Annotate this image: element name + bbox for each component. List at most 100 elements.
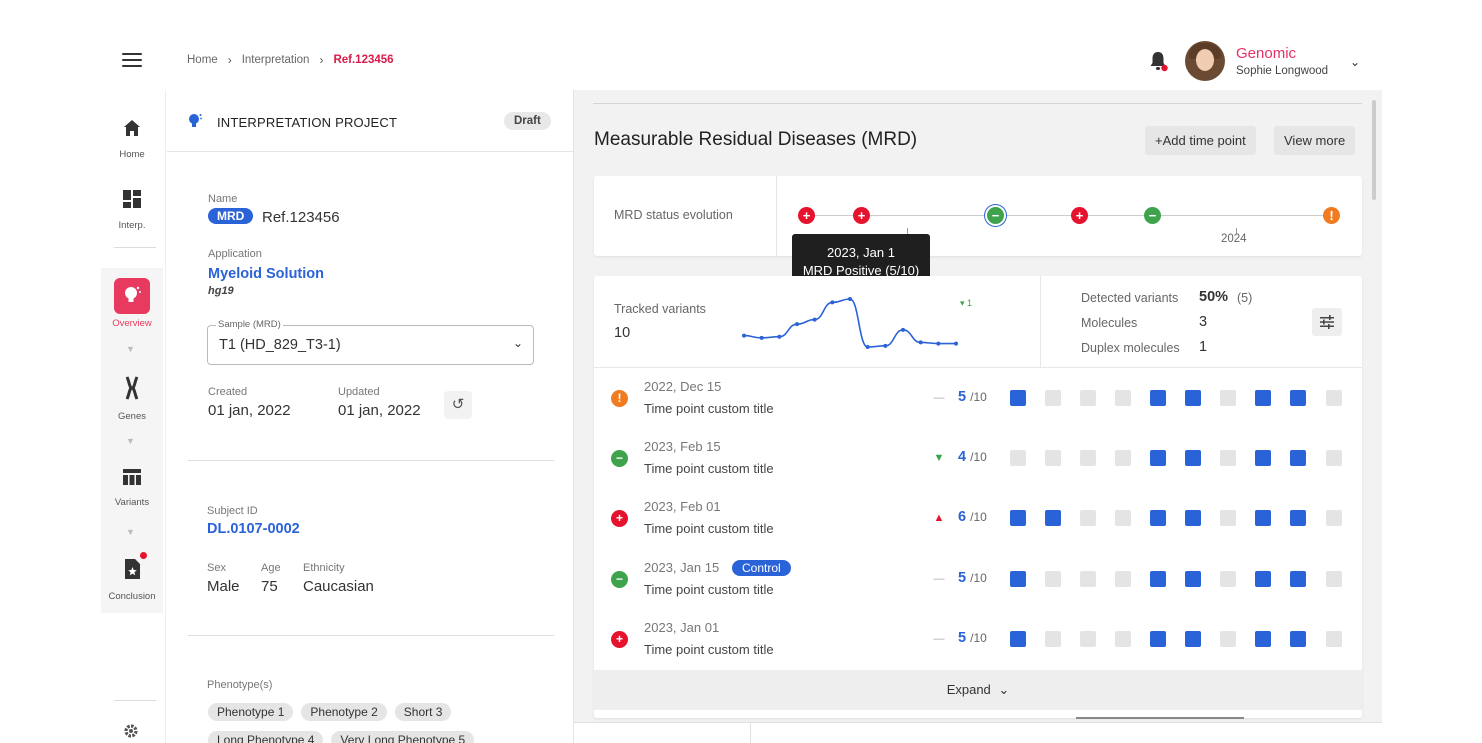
phenotype-chip[interactable]: Long Phenotype 4 <box>208 731 324 743</box>
rail-conclusion-label: Conclusion <box>108 591 156 602</box>
chevron-right-icon: › <box>227 53 232 67</box>
subject-value[interactable]: DL.0107-0002 <box>207 521 300 537</box>
breadcrumb-interpretation[interactable]: Interpretation <box>242 54 310 66</box>
age-value: 75 <box>261 578 278 595</box>
rail-genes[interactable]: Genes <box>100 376 164 422</box>
rail-conclusion[interactable]: Conclusion <box>100 552 164 602</box>
variant-count: 5 /10 <box>958 389 987 405</box>
breadcrumb-home[interactable]: Home <box>187 54 218 66</box>
variant-count: 5 /10 <box>958 630 987 646</box>
variant-count-total: /10 <box>970 390 987 404</box>
variant-square-detected <box>1290 570 1306 587</box>
timepoint-date: 2023, Jan 01 <box>644 619 720 635</box>
sparkline-point <box>936 341 941 346</box>
sample-select-label: Sample (MRD) <box>216 319 283 330</box>
variant-square-detected <box>1290 450 1306 467</box>
variant-square-not-detected <box>1080 450 1096 467</box>
view-more-button[interactable]: View more <box>1274 126 1356 155</box>
molecules-label: Molecules <box>1081 316 1138 330</box>
sparkline-point <box>918 340 923 345</box>
updated-value: 01 jan, 2022 <box>338 402 421 419</box>
rail-interp[interactable]: Interp. <box>100 189 164 231</box>
gear-icon[interactable] <box>122 722 140 743</box>
variant-square-detected <box>1185 570 1201 587</box>
chevron-right-icon: › <box>319 53 324 67</box>
sparkline-point <box>883 343 888 348</box>
spark-delta: ▾ 1 <box>960 298 973 308</box>
variant-square-not-detected <box>1010 450 1026 467</box>
history-icon[interactable]: ↺ <box>444 391 472 419</box>
phenotype-chip[interactable]: Short 3 <box>394 703 452 721</box>
menu-icon[interactable] <box>122 53 142 67</box>
variant-square-detected <box>1290 510 1306 527</box>
sparkline-point <box>830 300 835 305</box>
variant-square-not-detected <box>1115 510 1131 527</box>
variant-square-detected <box>1150 570 1166 587</box>
status-warning-icon: ! <box>611 390 628 407</box>
sparkline-point <box>777 334 782 339</box>
variant-square-not-detected <box>1115 390 1131 406</box>
sex-label: Sex <box>207 562 226 574</box>
variant-square-detected <box>1255 570 1271 587</box>
scrollbar[interactable] <box>1372 100 1376 200</box>
timeline-point-positive[interactable]: + <box>798 207 815 224</box>
lightbulb-icon <box>189 114 202 127</box>
rail-genes-label: Genes <box>118 411 146 422</box>
trend-flat-icon: — <box>933 572 945 585</box>
trend-up-icon: ▲ <box>933 512 945 525</box>
document-star-icon <box>100 552 164 585</box>
timepoint-date: 2023, Jan 15 <box>644 559 720 575</box>
detected-variants-count: (5) <box>1237 291 1253 305</box>
sample-select[interactable]: Sample (MRD) T1 (HD_829_T3-1) ⌄ <box>207 319 534 365</box>
rail-home[interactable]: Home <box>100 118 164 160</box>
chevron-down-icon[interactable]: ⌄ <box>1350 55 1360 69</box>
chevron-down-icon: ⌄ <box>998 682 1010 697</box>
dashboard-icon <box>100 189 164 214</box>
application-value[interactable]: Myeloid Solution <box>208 266 324 282</box>
chevron-down-icon: ⌄ <box>512 336 523 350</box>
bell-icon[interactable] <box>1148 50 1168 72</box>
sparkline-point <box>795 322 799 327</box>
timeline-point-positive[interactable]: + <box>1071 207 1088 224</box>
variant-square-detected <box>1290 390 1306 406</box>
timeline-point-negative[interactable]: − <box>987 207 1004 224</box>
rail-overview-label[interactable]: Overview <box>104 318 160 329</box>
timeline-point-positive[interactable]: + <box>853 207 870 224</box>
expand-button[interactable]: Expand ⌄ <box>594 670 1362 710</box>
home-icon <box>100 118 164 143</box>
phenotype-chip[interactable]: Phenotype 2 <box>301 703 387 721</box>
rail-home-label: Home <box>119 149 145 160</box>
project-title: INTERPRETATION PROJECT <box>217 115 398 130</box>
variant-square-not-detected <box>1326 450 1342 467</box>
breadcrumb-current: Ref.123456 <box>333 54 394 66</box>
spark-delta-value: 1 <box>967 298 973 308</box>
detected-variants-label: Detected variants <box>1081 291 1179 305</box>
phenotype-chip[interactable]: Very Long Phenotype 5 <box>331 731 475 743</box>
bulb-icon[interactable] <box>114 278 150 314</box>
horizontal-scrollbar[interactable] <box>1076 717 1244 719</box>
timepoint-title: Time point custom title <box>644 461 774 477</box>
phenotype-chip[interactable]: Phenotype 1 <box>208 703 294 721</box>
notification-dot <box>140 552 147 559</box>
timepoint-title: Time point custom title <box>644 521 774 537</box>
caret-down-icon: ▼ <box>126 344 135 354</box>
timeline-point-warning[interactable]: ! <box>1323 207 1340 224</box>
timeline-point-negative[interactable]: − <box>1144 207 1161 224</box>
filter-settings-icon[interactable] <box>1312 308 1342 336</box>
subject-label: Subject ID <box>207 505 258 517</box>
expand-label: Expand <box>946 682 991 697</box>
variant-square-not-detected <box>1080 390 1096 406</box>
variant-square-not-detected <box>1326 510 1342 527</box>
variant-square-detected <box>1010 570 1026 587</box>
avatar[interactable] <box>1185 41 1225 81</box>
variant-count-value: 5 <box>958 569 967 586</box>
status-negative-icon: − <box>611 570 628 588</box>
rail-variants[interactable]: Variants <box>100 468 164 508</box>
variant-count: 5 /10 <box>958 570 987 586</box>
timepoint-title: Time point custom title <box>644 401 774 416</box>
variant-count-total: /10 <box>970 570 987 585</box>
tracked-variants-value: 10 <box>614 325 631 341</box>
variant-square-not-detected <box>1080 510 1096 527</box>
variant-square-not-detected <box>1045 630 1061 647</box>
add-time-point-button[interactable]: +Add time point <box>1145 126 1256 155</box>
